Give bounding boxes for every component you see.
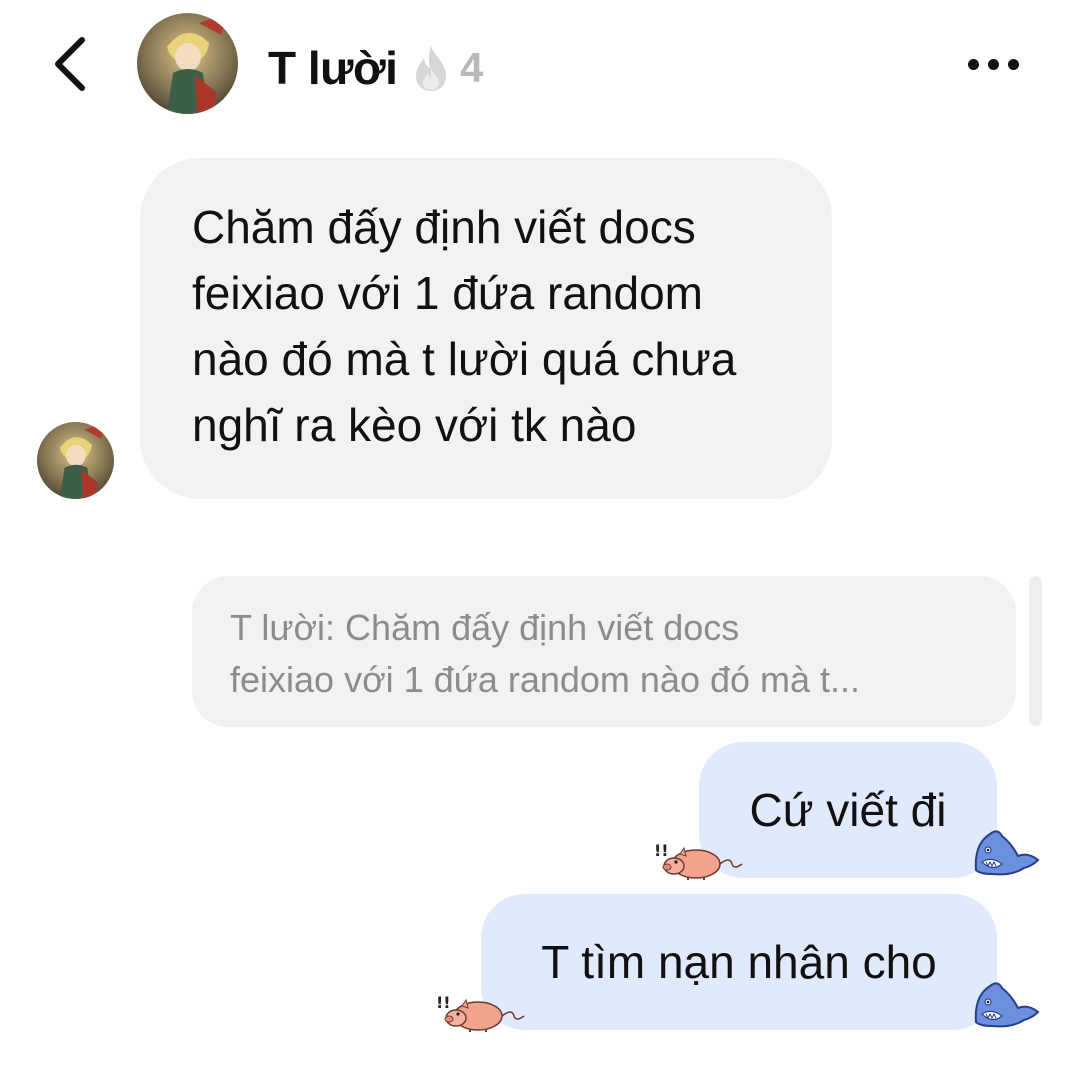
contact-avatar[interactable] (137, 13, 238, 114)
message-line: nghĩ ra kèo với tk nào (192, 399, 637, 451)
blue-shark-sticker-icon (974, 982, 1040, 1028)
reply-quote-line: T lười: Chăm đấy định viết docs (230, 607, 740, 648)
pig-sticker-icon: !! (654, 841, 743, 880)
more-dot (987, 58, 999, 70)
sender-avatar[interactable] (37, 422, 114, 499)
message-line: Chăm đấy định viết docs (192, 201, 696, 253)
outgoing-message-bubble[interactable]: T tìm nạn nhân cho (481, 894, 997, 1030)
more-dot (1007, 58, 1019, 70)
avatar-image (37, 422, 114, 499)
message-text: Cứ viết đi (749, 784, 947, 836)
reply-indicator-bar (1029, 576, 1042, 726)
flame-icon (416, 46, 446, 91)
more-options-button[interactable] (955, 42, 1031, 86)
streak-count: 4 (460, 44, 484, 91)
message-text: T tìm nạn nhân cho (541, 936, 937, 988)
reply-quote-line: feixiao với 1 đứa random nào đó mà t... (230, 659, 861, 700)
reply-quote-preview[interactable]: T lười: Chăm đấy định viết docs feixiao … (192, 576, 1016, 727)
back-button[interactable] (40, 32, 100, 96)
more-horizontal-icon (967, 58, 979, 70)
message-line: nào đó mà t lười quá chưa (192, 333, 737, 385)
svg-text:!!: !! (436, 993, 451, 1012)
chevron-left-icon (55, 37, 85, 91)
streak-indicator: 4 (412, 40, 483, 96)
blue-shark-sticker-icon (974, 830, 1040, 876)
svg-text:!!: !! (654, 841, 669, 860)
incoming-message-bubble[interactable]: Chăm đấy định viết docs feixiao với 1 đứ… (140, 158, 832, 499)
message-line: feixiao với 1 đứa random (192, 267, 703, 319)
pig-sticker-icon: !! (436, 993, 525, 1032)
contact-name[interactable]: T lười (268, 38, 398, 98)
avatar-image (137, 13, 238, 114)
